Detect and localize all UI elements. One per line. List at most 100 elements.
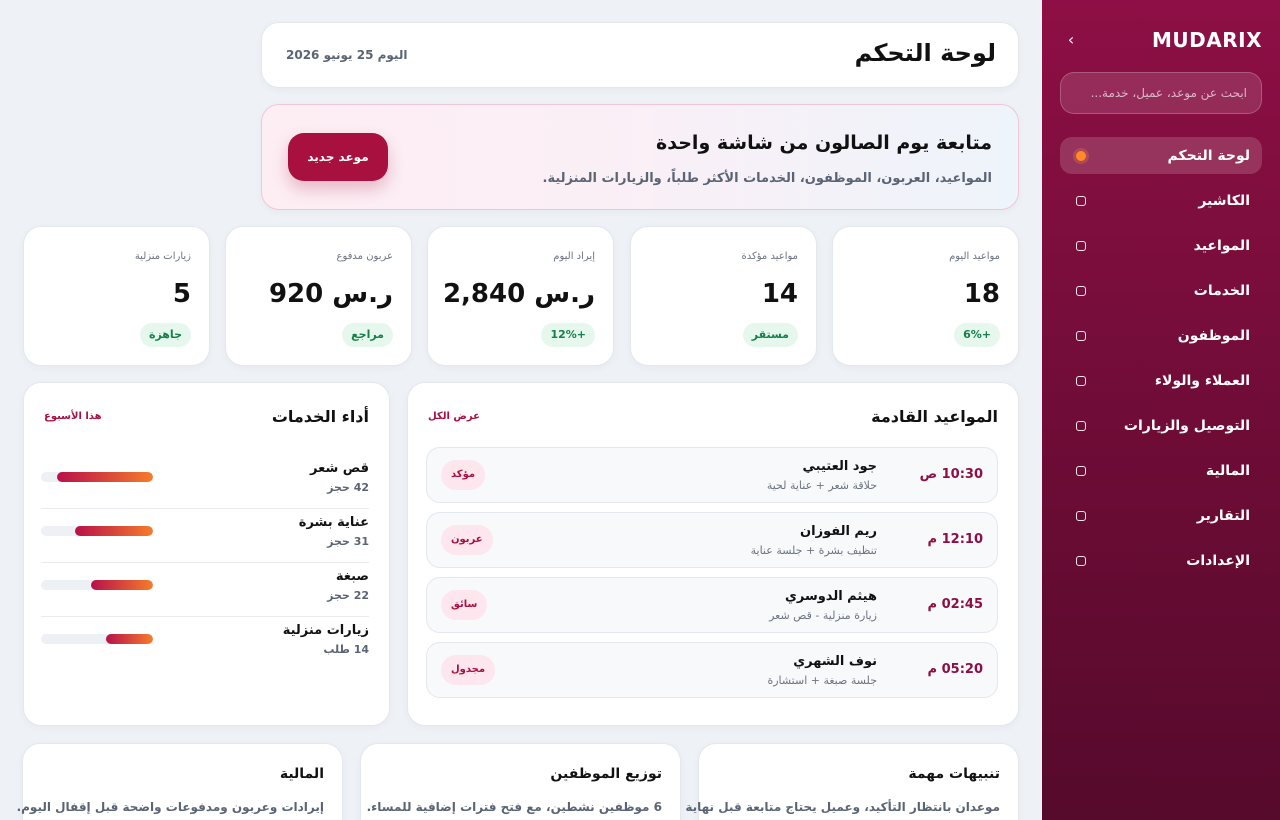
finance-card: المالية إيرادات وعربون ومدفوعات واضحة قب… xyxy=(17,743,343,820)
sidebar-item-services[interactable]: الخدمات xyxy=(1060,272,1262,309)
stat-label: عربون مدفوع xyxy=(336,251,393,262)
service-name: قص شعر xyxy=(310,461,369,476)
sidebar-item-label: المواعيد xyxy=(1193,237,1250,254)
sidebar-item-customers[interactable]: العملاء والولاء xyxy=(1060,362,1262,399)
alerts-card: تنبيهات مهمة موعدان بانتظار التأكيد، وعم… xyxy=(685,743,1019,820)
staff-distribution-card: توزيع الموظفين 6 موظفين نشطين، مع فتح فت… xyxy=(360,743,681,820)
sidebar-item-cashier[interactable]: الكاشير xyxy=(1060,182,1262,219)
progress-track xyxy=(41,580,153,590)
service-row: عناية بشرة 31 حجز xyxy=(41,509,369,563)
appointment-item[interactable]: 10:30 ص جود العتيبي حلاقة شعر + عناية لح… xyxy=(426,447,998,503)
stat-card-revenue: إيراد اليوم 2,840 ر.س +12% xyxy=(427,226,614,366)
active-dot-icon xyxy=(1076,150,1086,161)
square-icon xyxy=(1076,375,1086,386)
sidebar-item-employees[interactable]: الموظفون xyxy=(1060,317,1262,354)
view-all-link[interactable]: عرض الكل xyxy=(428,411,480,422)
new-appointment-button[interactable]: موعد جديد xyxy=(288,133,388,181)
card-title: تنبيهات مهمة xyxy=(908,766,1000,782)
square-icon xyxy=(1076,510,1086,521)
sidebar-item-appointments[interactable]: المواعيد xyxy=(1060,227,1262,264)
progress-track xyxy=(41,526,153,536)
appointment-service: تنظيف بشرة + جلسة عناية xyxy=(750,544,877,557)
sidebar-item-label: المالية xyxy=(1205,462,1250,479)
stat-label: مواعيد اليوم xyxy=(949,251,1000,262)
service-row: زيارات منزلية 14 طلب xyxy=(41,617,369,671)
square-icon xyxy=(1076,240,1086,251)
appointment-service: حلاقة شعر + عناية لحية xyxy=(766,479,877,492)
service-count: 14 طلب xyxy=(323,643,369,656)
sidebar-item-dashboard[interactable]: لوحة التحكم xyxy=(1060,137,1262,174)
sidebar-item-label: لوحة التحكم xyxy=(1167,147,1250,164)
sidebar-item-delivery[interactable]: التوصيل والزيارات xyxy=(1060,407,1262,444)
service-count: 22 حجز xyxy=(327,589,369,602)
appointment-service: جلسة صبغة + استشارة xyxy=(767,674,877,687)
stat-value: 18 xyxy=(963,279,1000,309)
appointment-time: 12:10 م xyxy=(927,532,983,547)
appointment-item[interactable]: 02:45 م هيثم الدوسري زيارة منزلية - قص ش… xyxy=(426,577,998,633)
status-badge: عربون xyxy=(441,525,493,555)
hero-title: متابعة يوم الصالون من شاشة واحدة xyxy=(656,132,992,154)
appointment-time: 05:20 م xyxy=(927,662,983,677)
appointment-item[interactable]: 12:10 م ريم الفوزان تنظيف بشرة + جلسة عن… xyxy=(426,512,998,568)
service-name: زيارات منزلية xyxy=(282,623,369,638)
service-row: صبغة 22 حجز xyxy=(41,563,369,617)
top-header: لوحة التحكم اليوم 25 يونيو 2026 xyxy=(261,22,1019,88)
panel-title: المواعيد القادمة xyxy=(871,407,998,426)
hero-banner: متابعة يوم الصالون من شاشة واحدة المواعي… xyxy=(261,104,1019,210)
square-icon xyxy=(1076,465,1086,476)
sidebar-item-label: التوصيل والزيارات xyxy=(1123,417,1250,434)
status-badge: سائق xyxy=(441,590,488,620)
appointment-time: 02:45 م xyxy=(927,597,983,612)
stat-badge: +6% xyxy=(954,323,1000,347)
brand-logo: MUDARIX xyxy=(1152,28,1262,52)
panel-title: أداء الخدمات xyxy=(271,407,369,426)
hero-subtitle: المواعيد، العربون، الموظفون، الخدمات الأ… xyxy=(542,171,993,186)
progress-fill xyxy=(56,472,153,482)
sidebar-nav: لوحة التحكم الكاشير المواعيد الخدمات الم… xyxy=(1060,137,1262,587)
status-badge: مجدول xyxy=(441,655,496,685)
stat-label: مواعيد مؤكدة xyxy=(741,251,798,262)
square-icon xyxy=(1076,555,1086,566)
upcoming-appointments-panel: المواعيد القادمة عرض الكل 10:30 ص جود ال… xyxy=(407,382,1019,726)
services-performance-panel: أداء الخدمات هذا الأسبوع قص شعر 42 حجز ع… xyxy=(23,382,390,726)
card-text: إيرادات وعربون ومدفوعات واضحة قبل إقفال … xyxy=(16,800,324,814)
sidebar-item-label: التقارير xyxy=(1196,507,1250,524)
stat-card-today-appointments: مواعيد اليوم 18 +6% xyxy=(832,226,1019,366)
sidebar-item-label: الخدمات xyxy=(1193,282,1250,299)
stat-card-home-visits: زيارات منزلية 5 جاهزة xyxy=(23,226,210,366)
search-input[interactable] xyxy=(1061,73,1261,113)
today-date: اليوم 25 يونيو 2026 xyxy=(286,48,408,62)
appointment-client: نوف الشهري xyxy=(793,654,877,669)
progress-track xyxy=(41,634,153,644)
page-title: لوحة التحكم xyxy=(854,39,996,67)
sidebar-item-label: الكاشير xyxy=(1198,192,1250,209)
square-icon xyxy=(1076,285,1086,296)
sidebar-item-reports[interactable]: التقارير xyxy=(1060,497,1262,534)
stat-value: 920 ر.س xyxy=(268,279,393,309)
stat-value: 2,840 ر.س xyxy=(442,279,595,309)
card-text: 6 موظفين نشطين، مع فتح فترات إضافية للمس… xyxy=(366,800,662,814)
sidebar-item-label: العملاء والولاء xyxy=(1154,372,1250,389)
status-badge: مؤكد xyxy=(441,460,486,490)
stat-label: إيراد اليوم xyxy=(553,251,595,262)
period-filter-link[interactable]: هذا الأسبوع xyxy=(44,411,102,422)
progress-fill xyxy=(91,580,153,590)
stat-value: 5 xyxy=(172,279,191,309)
brand-row: MUDARIX › xyxy=(1060,28,1262,56)
progress-track xyxy=(41,472,153,482)
square-icon xyxy=(1076,195,1086,206)
stat-badge: مستقر xyxy=(742,323,798,347)
progress-fill xyxy=(74,526,153,536)
stat-badge: مراجع xyxy=(342,323,393,347)
sidebar-item-settings[interactable]: الإعدادات xyxy=(1060,542,1262,579)
sidebar-item-label: الموظفون xyxy=(1177,327,1250,344)
chevron-right-icon[interactable]: › xyxy=(1062,31,1080,49)
square-icon xyxy=(1076,420,1086,431)
appointment-client: هيثم الدوسري xyxy=(784,589,877,604)
service-name: عناية بشرة xyxy=(298,515,369,530)
sidebar-item-finance[interactable]: المالية xyxy=(1060,452,1262,489)
appointment-client: جود العتيبي xyxy=(802,459,877,474)
service-row: قص شعر 42 حجز xyxy=(41,455,369,509)
appointment-item[interactable]: 05:20 م نوف الشهري جلسة صبغة + استشارة م… xyxy=(426,642,998,698)
appointment-service: زيارة منزلية - قص شعر xyxy=(769,609,877,622)
